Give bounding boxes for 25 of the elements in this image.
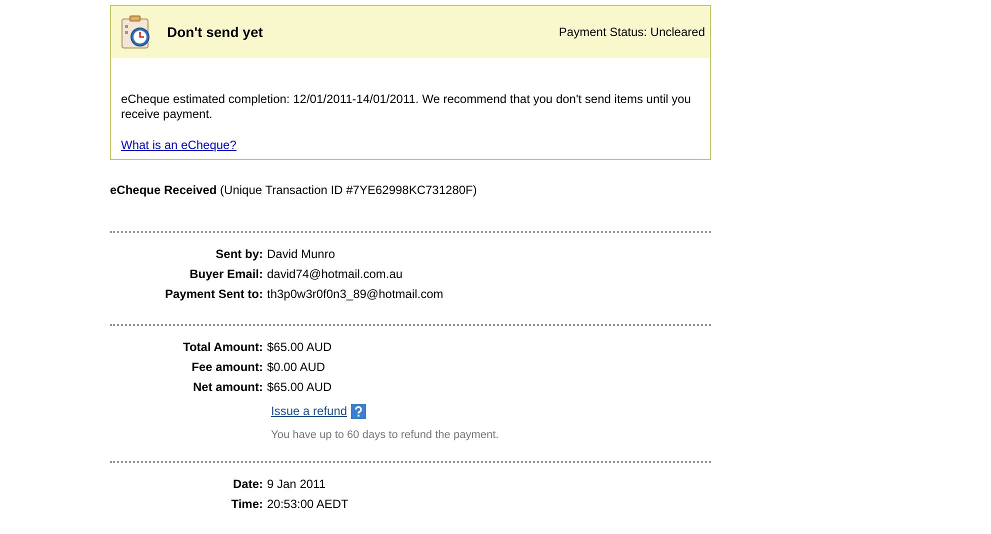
field-value: david74@hotmail.com.au bbox=[267, 267, 403, 281]
notice-message: eCheque estimated completion: 12/01/2011-14/01/2011. We recommend that you don't send items until you receive payment. bbox=[121, 92, 692, 122]
field-label: Total Amount: bbox=[182, 340, 264, 354]
field-value: 9 Jan 2011 bbox=[267, 476, 326, 490]
field-label: Time: bbox=[230, 496, 264, 510]
field-value: $0.00 AUD bbox=[267, 360, 326, 374]
refund-link[interactable]: Issue a refund bbox=[271, 402, 348, 420]
field-label: Buyer Email: bbox=[188, 267, 264, 281]
field-value: $65.00 AUD bbox=[267, 340, 332, 354]
refund-note: You have up to 60 days to refund the payment. bbox=[271, 428, 500, 443]
help-icon[interactable] bbox=[351, 404, 366, 418]
clipboard-clock-icon bbox=[121, 15, 151, 49]
field-value: $65.00 AUD bbox=[267, 380, 332, 394]
notice-title: Don't send yet bbox=[167, 22, 263, 42]
transaction-heading: eCheque Received (Unique Transaction ID #7YE62998KC731280F) bbox=[110, 182, 478, 199]
payment-status: Payment Status: Uncleared bbox=[558, 24, 705, 41]
field-label: Sent by: bbox=[214, 247, 264, 261]
field-label: Fee amount: bbox=[190, 360, 264, 374]
field-value: David Munro bbox=[267, 247, 336, 261]
field-label: Payment Sent to: bbox=[164, 287, 264, 301]
field-label: Net amount: bbox=[192, 380, 264, 394]
echeque-help-link[interactable]: What is an eCheque? bbox=[121, 138, 236, 152]
field-value: 20:53:00 AEDT bbox=[267, 496, 348, 510]
field-label: Date: bbox=[232, 476, 264, 490]
field-value: th3p0w3r0f0n3_89@hotmail.com bbox=[267, 287, 444, 301]
